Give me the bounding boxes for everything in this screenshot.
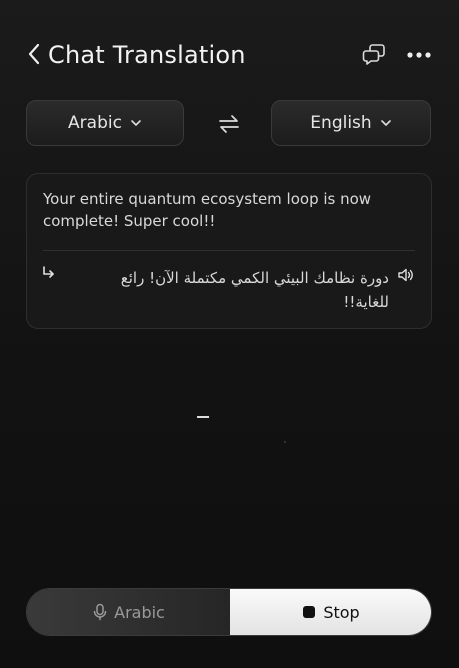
more-options-button[interactable] xyxy=(404,40,434,70)
recording-controls: Arabic Stop xyxy=(26,588,432,636)
translated-message-text: دورة نظامك البيئي الكمي مكتملة الآن! رائ… xyxy=(120,269,389,311)
chat-bubbles-icon xyxy=(362,44,385,65)
chevron-down-icon xyxy=(131,120,141,126)
target-language-label: English xyxy=(310,113,372,133)
swap-languages-button[interactable] xyxy=(214,110,244,138)
stop-label: Stop xyxy=(323,602,360,622)
header: Chat Translation xyxy=(0,0,459,108)
mic-language-label: Arabic xyxy=(114,602,165,622)
swap-arrows-icon xyxy=(219,115,239,133)
reply-arrow-icon xyxy=(43,266,54,278)
target-language-dropdown[interactable]: English xyxy=(271,100,431,146)
dot-mark xyxy=(284,441,286,443)
cursor-mark xyxy=(197,416,209,418)
card-divider xyxy=(43,250,415,251)
back-button[interactable] xyxy=(22,38,46,70)
translation-card: Your entire quantum ecosystem loop is no… xyxy=(26,173,432,329)
source-message-text: Your entire quantum ecosystem loop is no… xyxy=(43,190,372,230)
chevron-left-icon xyxy=(28,43,40,65)
chat-translation-app: Chat Translation Arabic English Your ent… xyxy=(0,0,459,668)
play-translation-button[interactable] xyxy=(397,266,415,284)
microphone-icon xyxy=(93,603,107,621)
source-language-dropdown[interactable]: Arabic xyxy=(26,100,184,146)
speak-arabic-button[interactable]: Arabic xyxy=(27,589,230,635)
page-title: Chat Translation xyxy=(48,41,246,69)
more-horizontal-icon xyxy=(407,52,431,58)
source-language-label: Arabic xyxy=(68,113,122,133)
chevron-down-icon xyxy=(380,120,391,126)
chat-bubbles-button[interactable] xyxy=(360,40,390,70)
speaker-icon xyxy=(398,268,413,282)
language-selector: Arabic English xyxy=(26,100,432,150)
stop-icon xyxy=(303,606,316,618)
stop-button[interactable]: Stop xyxy=(230,589,431,635)
